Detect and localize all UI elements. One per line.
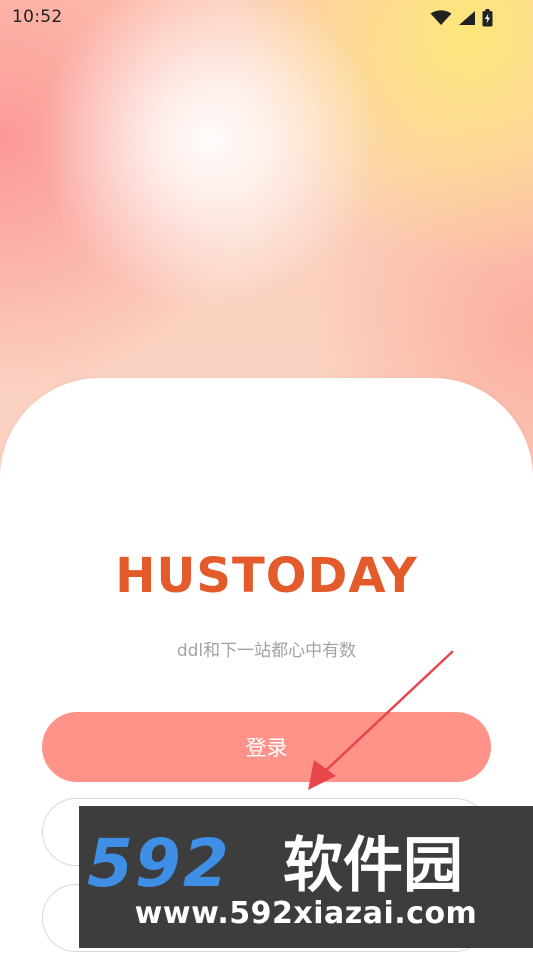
status-bar: 10:52	[0, 0, 533, 36]
status-icons	[430, 8, 493, 28]
watermark-logo: 592 软件园	[87, 826, 463, 898]
status-time: 10:52	[12, 7, 63, 27]
wifi-icon	[430, 10, 452, 25]
watermark: 592 软件园 www.592xiazai.com	[79, 806, 533, 948]
watermark-url: www.592xiazai.com	[134, 896, 478, 931]
annotation-arrow-icon	[308, 650, 454, 790]
signal-icon	[459, 11, 475, 25]
svg-text:592: 592	[87, 826, 231, 898]
svg-text:软件园: 软件园	[283, 831, 463, 898]
app-title: HUSTODAY	[115, 548, 418, 604]
battery-charging-icon	[482, 9, 493, 27]
